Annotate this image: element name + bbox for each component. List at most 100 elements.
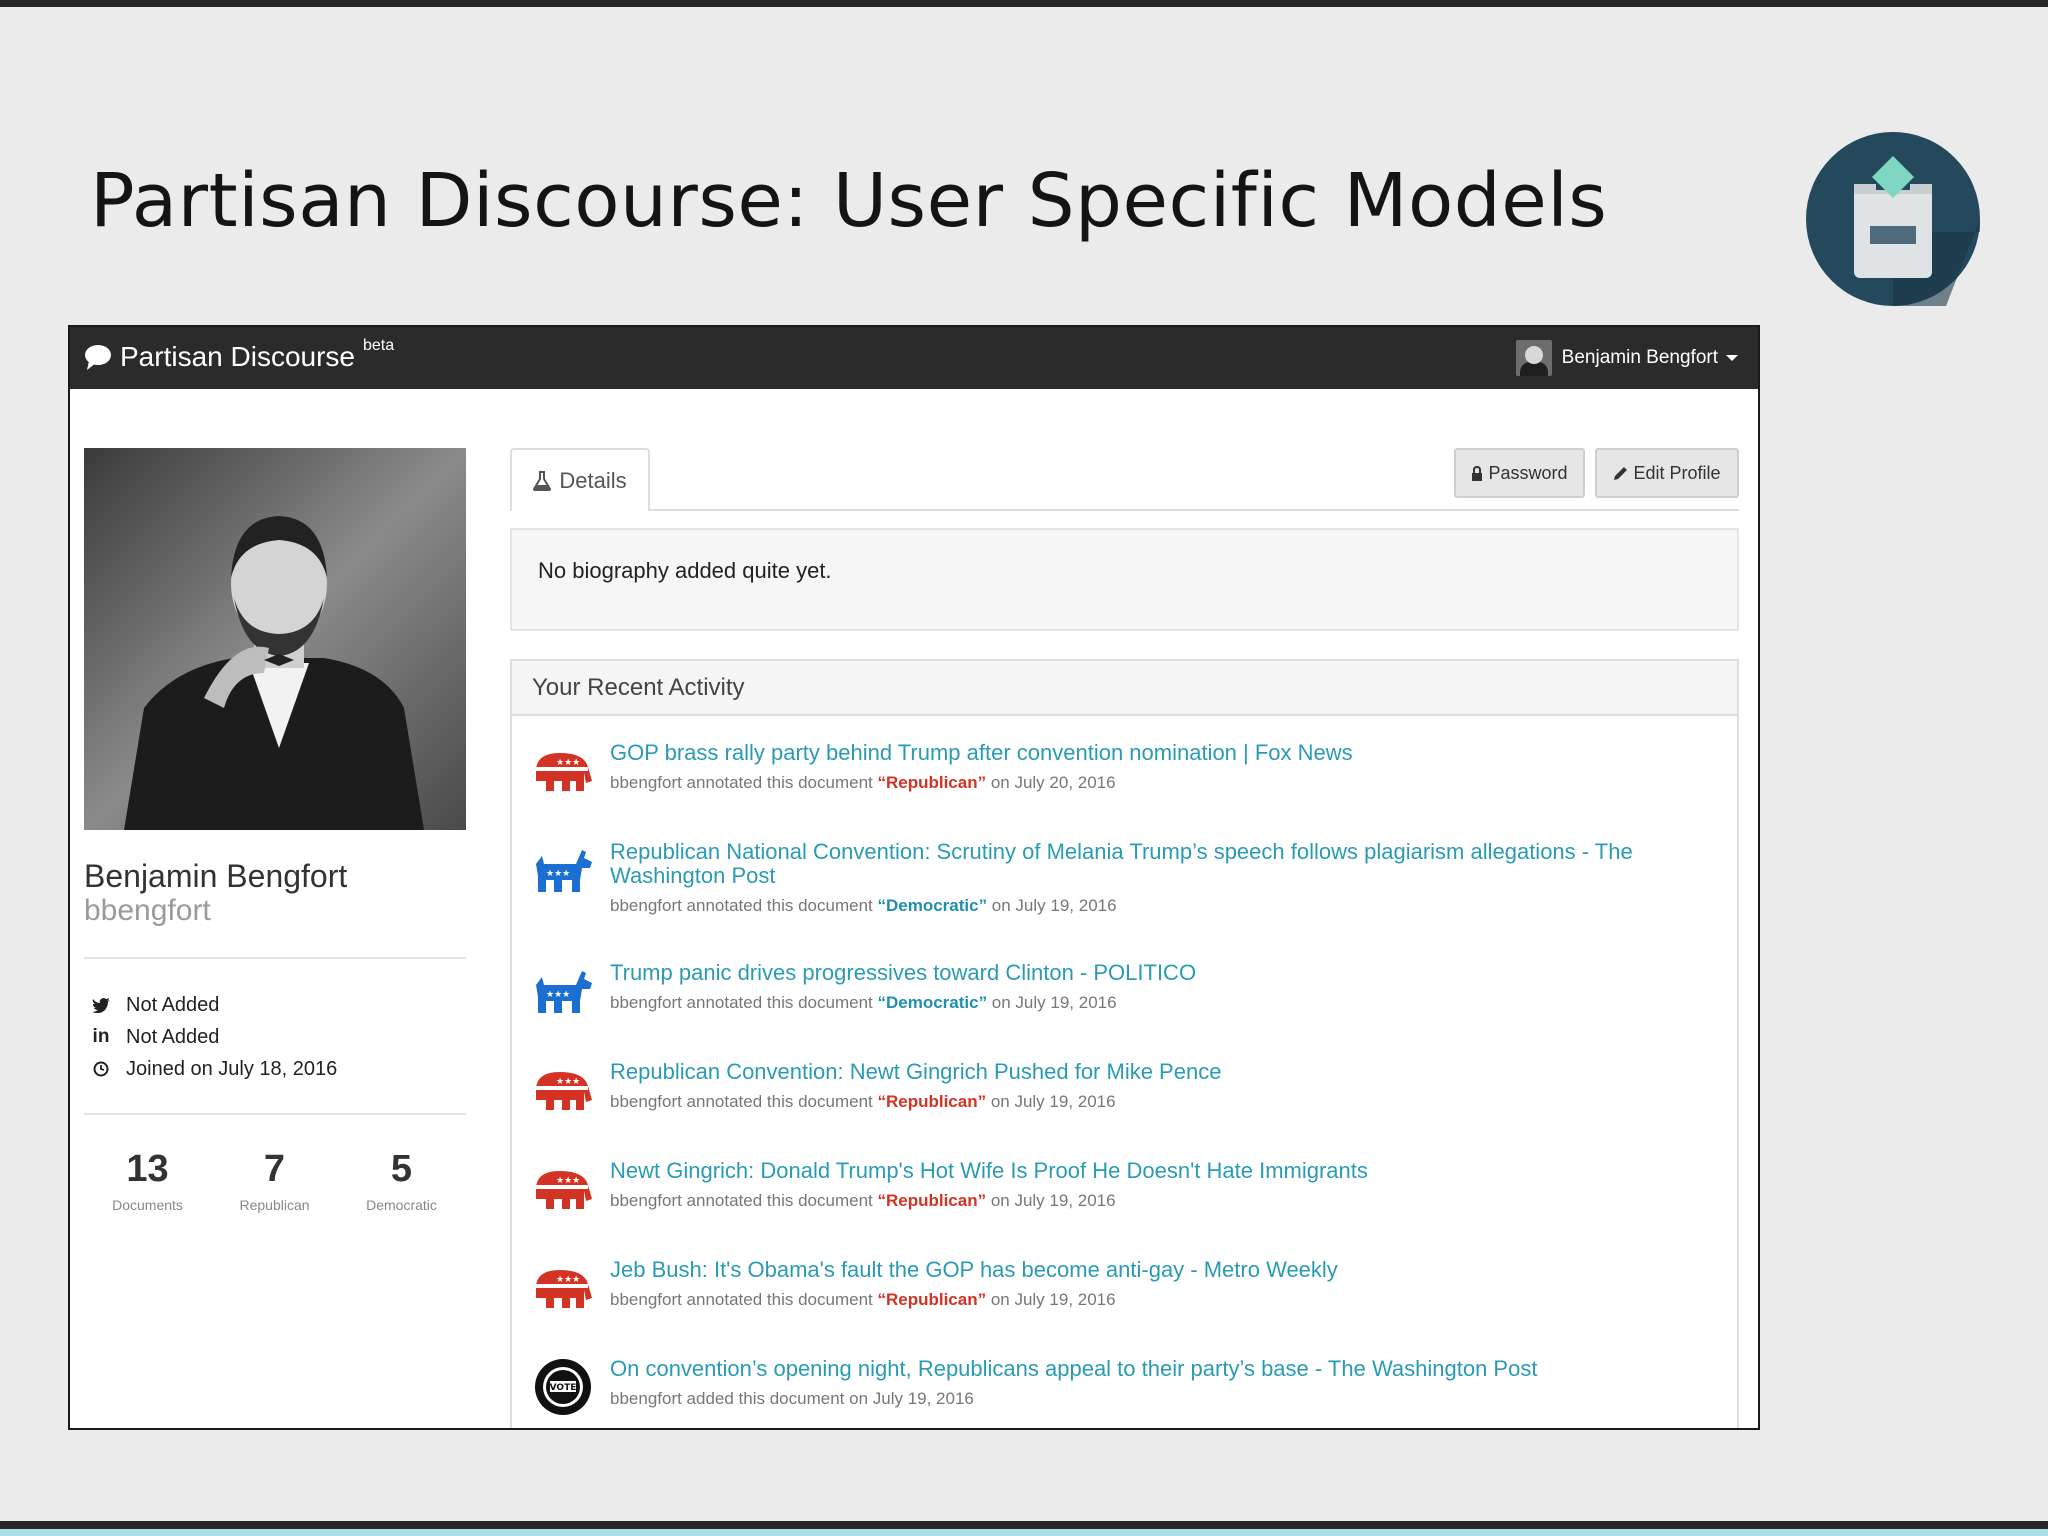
meta-suffix: on July 19, 2016 xyxy=(987,896,1117,915)
republican-elephant-icon: ★★★ xyxy=(536,1072,592,1110)
twitter-row: Not Added xyxy=(84,989,466,1021)
navbar-avatar xyxy=(1515,340,1552,376)
activity-item-meta: bbengfort added this document on July 19… xyxy=(610,1389,974,1409)
edit-profile-button[interactable]: Edit Profile xyxy=(1595,448,1739,498)
clock-icon xyxy=(88,1061,114,1077)
brand-name: Partisan Discourse xyxy=(120,341,355,372)
stat-value: 7 xyxy=(263,1148,286,1190)
party-label: “Republican” xyxy=(877,1290,987,1309)
recent-activity-heading: Your Recent Activity xyxy=(512,661,1737,716)
meta-prefix: bbengfort annotated this document xyxy=(610,773,878,792)
user-menu-dropdown[interactable]: Benjamin Bengfort xyxy=(1515,340,1738,376)
biography-well: No biography added quite yet. xyxy=(510,528,1739,631)
activity-item-meta: bbengfort annotated this document “Repub… xyxy=(610,773,1116,793)
activity-item-link[interactable]: Republican Convention: Newt Gingrich Pus… xyxy=(610,1060,1710,1084)
party-label: “Democratic” xyxy=(877,993,988,1012)
svg-text:★★★: ★★★ xyxy=(546,990,570,1000)
party-label: “Republican” xyxy=(877,1092,987,1111)
svg-text:★★★: ★★★ xyxy=(546,869,570,879)
divider xyxy=(84,1113,466,1115)
tab-details[interactable]: Details xyxy=(510,448,650,511)
stat-republican: 7 Republican xyxy=(211,1147,338,1213)
meta-prefix: bbengfort annotated this document xyxy=(610,1191,878,1210)
tab-details-label: Details xyxy=(559,467,627,493)
svg-text:★★★: ★★★ xyxy=(556,1275,580,1285)
meta-prefix: bbengfort added this document on July 19… xyxy=(610,1389,974,1408)
activity-item-link[interactable]: Republican National Convention: Scrutiny… xyxy=(610,840,1710,888)
caret-down-icon xyxy=(1726,355,1738,361)
activity-item-link[interactable]: On convention’s opening night, Republica… xyxy=(610,1357,1710,1381)
slide-title: Partisan Discourse: User Specific Models xyxy=(90,158,1608,244)
activity-item-meta: bbengfort annotated this document “Democ… xyxy=(610,896,1117,916)
svg-text:★★★: ★★★ xyxy=(556,1176,580,1186)
stat-value: 5 xyxy=(390,1148,413,1190)
lock-icon xyxy=(1472,465,1483,481)
meta-prefix: bbengfort annotated this document xyxy=(610,993,878,1012)
meta-suffix: on July 19, 2016 xyxy=(986,1092,1116,1111)
profile-stats: 13 Documents 7 Republican 5 Democratic xyxy=(84,1147,466,1213)
republican-elephant-icon: ★★★ xyxy=(536,1270,592,1308)
password-button-label: Password xyxy=(1488,462,1568,483)
linkedin-row: in Not Added xyxy=(84,1021,466,1053)
slide-bottom-bar xyxy=(0,1521,2048,1529)
stat-documents: 13 Documents xyxy=(84,1147,211,1213)
stat-value: 13 xyxy=(126,1148,169,1190)
profile-info-list: Not Added in Not Added Joined on July 18… xyxy=(84,989,466,1085)
stat-label: Democratic xyxy=(366,1197,437,1213)
activity-item-link[interactable]: GOP brass rally party behind Trump after… xyxy=(610,741,1710,765)
meta-suffix: on July 19, 2016 xyxy=(986,1191,1116,1210)
twitter-value: Not Added xyxy=(126,993,220,1016)
recent-activity-panel: Your Recent Activity ★★★ GOP brass rally… xyxy=(510,659,1739,1428)
ballot-box-icon xyxy=(1806,132,1980,306)
democratic-donkey-icon: ★★★ xyxy=(536,850,592,892)
democratic-donkey-icon: ★★★ xyxy=(536,971,592,1013)
meta-suffix: on July 19, 2016 xyxy=(986,1290,1116,1309)
divider xyxy=(84,957,466,959)
slide-top-bar xyxy=(0,0,2048,7)
profile-photo xyxy=(84,448,466,830)
pencil-icon xyxy=(1614,466,1628,480)
meta-prefix: bbengfort annotated this document xyxy=(610,896,878,915)
brand-beta-badge: beta xyxy=(362,337,395,354)
slide-bottom-accent xyxy=(0,1529,2048,1536)
twitter-icon xyxy=(88,997,114,1013)
joined-row: Joined on July 18, 2016 xyxy=(84,1053,466,1085)
activity-item-meta: bbengfort annotated this document “Repub… xyxy=(610,1092,1116,1112)
party-label: “Republican” xyxy=(877,773,987,792)
profile-username: bbengfort xyxy=(84,894,211,927)
navbar: Partisan Discourse beta Benjamin Bengfor… xyxy=(70,327,1758,389)
republican-elephant-icon: ★★★ xyxy=(536,753,592,791)
stat-label: Republican xyxy=(239,1197,310,1213)
party-label: “Republican” xyxy=(877,1191,987,1210)
linkedin-icon: in xyxy=(92,1026,110,1047)
profile-full-name: Benjamin Bengfort xyxy=(84,858,348,894)
vote-badge-icon: VOTE xyxy=(535,1359,591,1415)
activity-item-link[interactable]: Trump panic drives progressives toward C… xyxy=(610,961,1710,985)
activity-item-link[interactable]: Jeb Bush: It's Obama's fault the GOP has… xyxy=(610,1258,1710,1282)
linkedin-value: Not Added xyxy=(126,1025,220,1048)
password-button[interactable]: Password xyxy=(1454,448,1585,498)
comment-icon xyxy=(85,345,111,370)
flask-icon xyxy=(533,470,552,491)
stat-label: Documents xyxy=(112,1197,183,1213)
activity-item-meta: bbengfort annotated this document “Repub… xyxy=(610,1191,1116,1211)
stat-democratic: 5 Democratic xyxy=(338,1147,465,1213)
meta-prefix: bbengfort annotated this document xyxy=(610,1290,878,1309)
navbar-user-name: Benjamin Bengfort xyxy=(1561,347,1718,368)
activity-item-meta: bbengfort annotated this document “Democ… xyxy=(610,993,1117,1013)
edit-profile-button-label: Edit Profile xyxy=(1633,462,1721,483)
meta-prefix: bbengfort annotated this document xyxy=(610,1092,878,1111)
activity-item-meta: bbengfort annotated this document “Repub… xyxy=(610,1290,1116,1310)
svg-text:VOTE: VOTE xyxy=(550,1383,577,1393)
meta-suffix: on July 20, 2016 xyxy=(986,773,1116,792)
svg-text:★★★: ★★★ xyxy=(556,1077,580,1087)
app-window: Partisan Discourse beta Benjamin Bengfor… xyxy=(68,325,1760,1430)
tabs-baseline xyxy=(510,509,1739,511)
svg-text:★★★: ★★★ xyxy=(556,758,580,768)
biography-text: No biography added quite yet. xyxy=(538,558,832,583)
party-label: “Democratic” xyxy=(877,896,988,915)
republican-elephant-icon: ★★★ xyxy=(536,1171,592,1209)
brand-link[interactable]: Partisan Discourse beta xyxy=(84,337,394,373)
joined-date: Joined on July 18, 2016 xyxy=(126,1057,338,1080)
activity-item-link[interactable]: Newt Gingrich: Donald Trump's Hot Wife I… xyxy=(610,1159,1710,1183)
